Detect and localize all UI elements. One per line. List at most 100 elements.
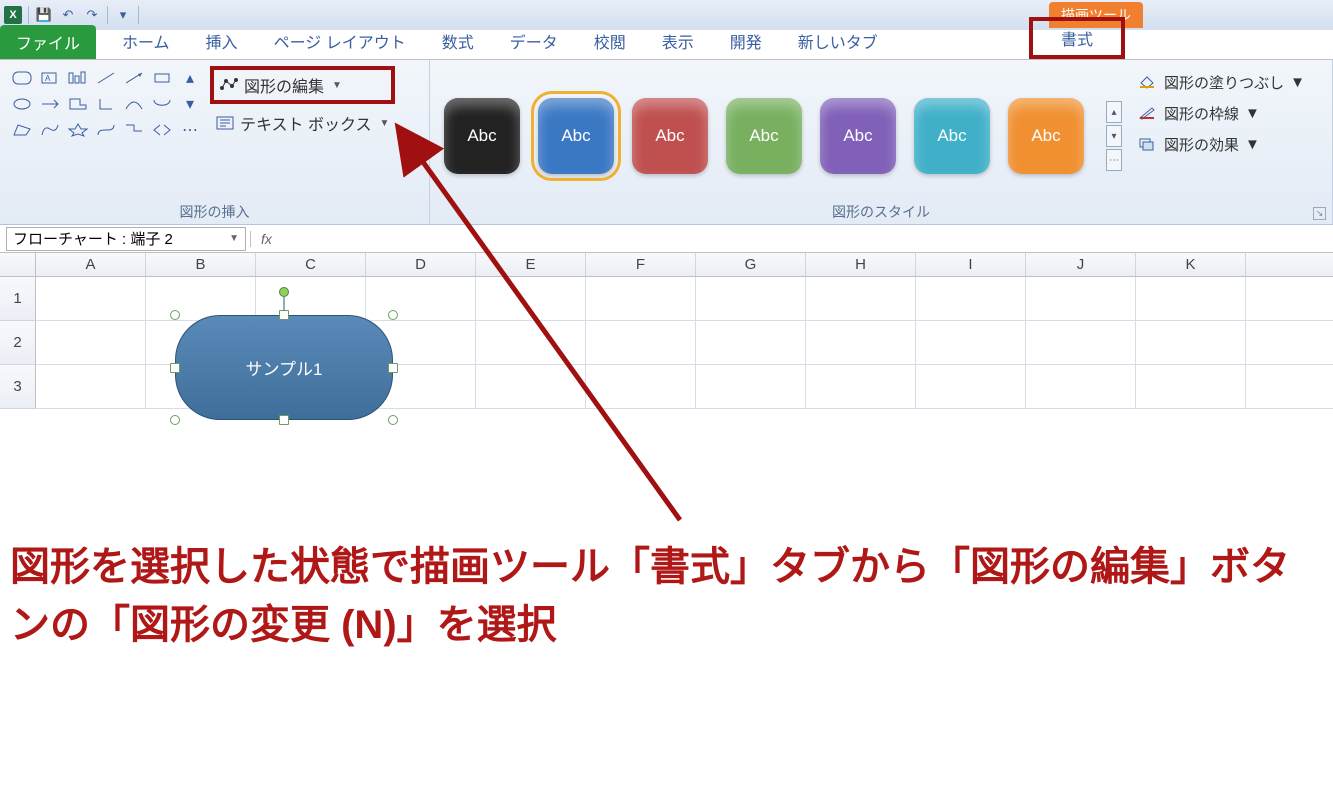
- edit-shape-button[interactable]: 図形の編集 ▼: [210, 66, 395, 104]
- shape-effects-button[interactable]: 図形の効果▼: [1138, 134, 1305, 155]
- resize-handle[interactable]: [170, 310, 180, 320]
- cell[interactable]: [916, 321, 1026, 364]
- cell[interactable]: [696, 321, 806, 364]
- gallery-scroll-down-icon[interactable]: ▾: [178, 94, 202, 114]
- shape-fill-button[interactable]: 図形の塗りつぶし▼: [1138, 72, 1305, 93]
- column-header[interactable]: A: [36, 253, 146, 276]
- cell[interactable]: [586, 277, 696, 320]
- cell[interactable]: [36, 365, 146, 408]
- column-header[interactable]: B: [146, 253, 256, 276]
- shape-style-item[interactable]: Abc: [820, 98, 896, 174]
- cell[interactable]: [366, 277, 476, 320]
- column-header[interactable]: E: [476, 253, 586, 276]
- cell[interactable]: [806, 277, 916, 320]
- tab-formulas[interactable]: 数式: [442, 24, 474, 59]
- gallery-nav-icon[interactable]: ⋯: [1106, 149, 1122, 171]
- shape-icon[interactable]: [66, 68, 90, 88]
- selected-shape[interactable]: サンプル1: [175, 315, 393, 420]
- cell[interactable]: [696, 365, 806, 408]
- cell[interactable]: [806, 321, 916, 364]
- shape-styles-gallery[interactable]: AbcAbcAbcAbcAbcAbcAbc▴▾⋯: [436, 64, 1130, 198]
- select-all-corner[interactable]: [0, 253, 36, 276]
- tab-format[interactable]: 書式: [1029, 17, 1125, 59]
- row-header[interactable]: 1: [0, 277, 36, 321]
- resize-handle[interactable]: [388, 415, 398, 425]
- shape-icon[interactable]: [10, 94, 34, 114]
- column-header[interactable]: J: [1026, 253, 1136, 276]
- shape-style-item[interactable]: Abc: [914, 98, 990, 174]
- shape-style-item[interactable]: Abc: [726, 98, 802, 174]
- tab-developer[interactable]: 開発: [730, 24, 762, 59]
- gallery-scroll-up-icon[interactable]: ▴: [178, 68, 202, 88]
- shape-outline-button[interactable]: 図形の枠線▼: [1138, 103, 1305, 124]
- shape-style-item[interactable]: Abc: [538, 98, 614, 174]
- cell[interactable]: [146, 277, 256, 320]
- cell[interactable]: [1026, 365, 1136, 408]
- shape-icon[interactable]: A: [38, 68, 62, 88]
- tab-new[interactable]: 新しいタブ: [798, 24, 878, 59]
- cell[interactable]: [256, 277, 366, 320]
- cell[interactable]: [1026, 321, 1136, 364]
- column-header[interactable]: I: [916, 253, 1026, 276]
- shape-icon[interactable]: [38, 120, 62, 140]
- tab-page-layout[interactable]: ページ レイアウト: [274, 24, 406, 59]
- column-header[interactable]: D: [366, 253, 476, 276]
- shape-icon[interactable]: [94, 68, 118, 88]
- fx-icon[interactable]: fx: [261, 231, 272, 247]
- shape-icon[interactable]: [66, 120, 90, 140]
- shape-icon[interactable]: [38, 94, 62, 114]
- dialog-launcher-icon[interactable]: ↘: [1313, 207, 1326, 220]
- resize-handle[interactable]: [279, 415, 289, 425]
- cell[interactable]: [476, 365, 586, 408]
- cell[interactable]: [1136, 321, 1246, 364]
- cell[interactable]: [1136, 277, 1246, 320]
- worksheet-grid[interactable]: 123 サンプル1: [0, 277, 1333, 409]
- tab-view[interactable]: 表示: [662, 24, 694, 59]
- name-box-dropdown-icon[interactable]: ▼: [229, 233, 239, 244]
- cell[interactable]: [916, 277, 1026, 320]
- shape-style-item[interactable]: Abc: [444, 98, 520, 174]
- tab-file[interactable]: ファイル: [0, 25, 96, 59]
- column-header[interactable]: H: [806, 253, 916, 276]
- cell[interactable]: [586, 365, 696, 408]
- shape-icon[interactable]: [122, 120, 146, 140]
- save-icon[interactable]: 💾: [35, 6, 53, 24]
- cell[interactable]: [476, 321, 586, 364]
- name-box[interactable]: フローチャート : 端子 2 ▼: [6, 227, 246, 251]
- resize-handle[interactable]: [388, 310, 398, 320]
- shape-icon[interactable]: [150, 68, 174, 88]
- resize-handle[interactable]: [279, 310, 289, 320]
- resize-handle[interactable]: [170, 415, 180, 425]
- shape-icon[interactable]: [94, 94, 118, 114]
- undo-icon[interactable]: ↶: [59, 6, 77, 24]
- qat-more-icon[interactable]: ▾: [114, 6, 132, 24]
- cell[interactable]: [696, 277, 806, 320]
- shape-icon[interactable]: [150, 120, 174, 140]
- shape-icon[interactable]: [10, 68, 34, 88]
- cell[interactable]: [586, 321, 696, 364]
- row-header[interactable]: 3: [0, 365, 36, 409]
- cell[interactable]: [476, 277, 586, 320]
- shape-icon[interactable]: [150, 94, 174, 114]
- column-header[interactable]: G: [696, 253, 806, 276]
- column-header[interactable]: F: [586, 253, 696, 276]
- redo-icon[interactable]: ↷: [83, 6, 101, 24]
- gallery-nav-icon[interactable]: ▾: [1106, 125, 1122, 147]
- shape-style-item[interactable]: Abc: [1008, 98, 1084, 174]
- cell[interactable]: [1026, 277, 1136, 320]
- shape-icon[interactable]: [122, 94, 146, 114]
- rotate-handle-icon[interactable]: [279, 287, 289, 297]
- cell[interactable]: [36, 321, 146, 364]
- tab-insert[interactable]: 挿入: [206, 24, 238, 59]
- shape-icon[interactable]: [122, 68, 146, 88]
- tab-home[interactable]: ホーム: [122, 24, 170, 59]
- cell[interactable]: [36, 277, 146, 320]
- shape-icon[interactable]: [10, 120, 34, 140]
- cell[interactable]: [1136, 365, 1246, 408]
- gallery-more-icon[interactable]: ⋯: [178, 120, 202, 140]
- shape-icon[interactable]: [94, 120, 118, 140]
- column-header[interactable]: K: [1136, 253, 1246, 276]
- column-header[interactable]: C: [256, 253, 366, 276]
- tab-review[interactable]: 校閲: [594, 24, 626, 59]
- tab-data[interactable]: データ: [510, 24, 558, 59]
